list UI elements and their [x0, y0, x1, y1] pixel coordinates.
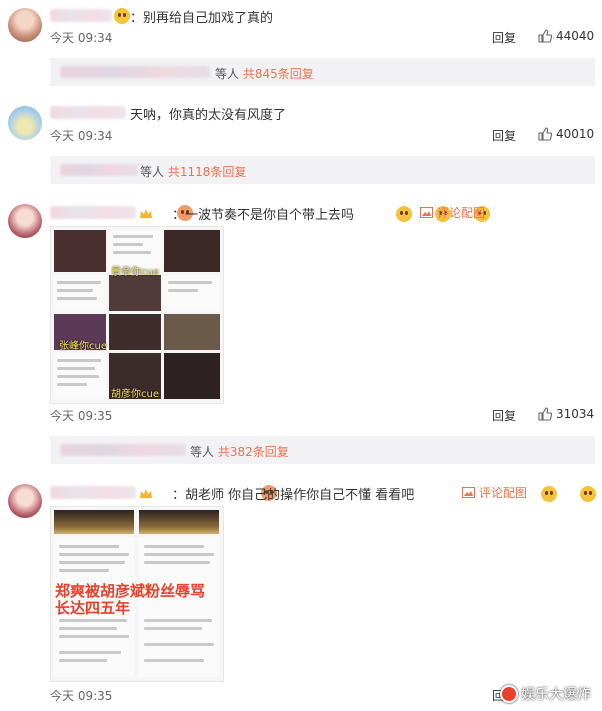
image-overlay-text: 郑爽被胡彦斌粉丝辱骂长达四五年: [55, 582, 206, 617]
comment-image[interactable]: 郑爽被胡彦斌粉丝辱骂长达四五年: [50, 506, 224, 682]
subreply-prefix: 等人: [215, 67, 240, 81]
avatar[interactable]: [8, 106, 42, 140]
picture-icon: [462, 487, 475, 498]
subreply-users: [60, 444, 186, 456]
thumb-up-icon: [538, 407, 552, 421]
image-caption: 张峰你cue: [59, 341, 107, 352]
comment-time: 今天 09:35: [50, 689, 113, 703]
like-count: 44040: [556, 29, 595, 43]
thumb-up-icon: [538, 29, 552, 43]
watermark-text: 娱乐大爆炸: [521, 687, 591, 703]
subreply-users: [60, 66, 210, 78]
image-link-label: 评论配图: [437, 206, 486, 220]
picture-icon: [420, 207, 433, 218]
avatar[interactable]: [8, 204, 42, 238]
comment-text: ：胡老师 你自己的操作你自己不懂 看看吧: [172, 488, 415, 503]
image-caption: 景帝你cue: [111, 267, 159, 278]
crown-icon: [139, 205, 153, 218]
like-button[interactable]: 31034: [538, 407, 594, 421]
subreply-users: [60, 164, 138, 176]
comment-time: 今天 09:34: [50, 31, 113, 45]
comment-text: ：一波节奏不是你自个带上去吗: [172, 208, 355, 223]
like-button[interactable]: 40010: [538, 127, 594, 141]
emoji-icon: [579, 486, 596, 502]
username[interactable]: [50, 106, 126, 119]
emoji-icon: [540, 486, 557, 502]
username[interactable]: [50, 486, 136, 499]
comment-text: 天呐，你真的太没有风度了: [130, 108, 287, 123]
reply-button[interactable]: 回复: [492, 127, 516, 144]
comment-text: ：别再给自己加戏了真的: [130, 11, 274, 26]
like-count: 31034: [556, 407, 595, 421]
thumb-up-icon: [538, 127, 552, 141]
reply-button[interactable]: 回复: [492, 29, 516, 46]
like-count: 40010: [556, 127, 595, 141]
subreply-prefix: 等人: [140, 165, 165, 179]
emoji-icon: [114, 8, 130, 24]
comment-time: 今天 09:35: [50, 409, 113, 423]
image-link-label: 评论配图: [479, 486, 528, 500]
subreply-prefix: 等人: [190, 445, 215, 459]
emoji-icon: [396, 206, 413, 222]
subreply-summary[interactable]: 等人 共382条回复: [190, 443, 289, 460]
username[interactable]: [50, 9, 112, 22]
subreply-link[interactable]: 共845条回复: [243, 67, 314, 81]
like-button[interactable]: 44040: [538, 29, 594, 43]
crown-icon: [139, 485, 153, 498]
reply-button[interactable]: 回复: [492, 407, 516, 424]
avatar[interactable]: [8, 8, 42, 42]
subreply-summary[interactable]: 等人 共845条回复: [215, 65, 314, 82]
watermark-logo-icon: [500, 685, 518, 703]
image-caption: 胡彦你cue: [111, 389, 159, 400]
subreply-link[interactable]: 共382条回复: [218, 445, 289, 459]
comment-time: 今天 09:34: [50, 129, 113, 143]
watermark: 娱乐大爆炸: [500, 684, 591, 704]
avatar[interactable]: [8, 484, 42, 518]
comment-image[interactable]: 景帝你cue 张峰你cue 胡彦你cue: [50, 226, 224, 404]
image-link[interactable]: 评论配图: [462, 484, 527, 501]
subreply-summary[interactable]: 等人 共1118条回复: [140, 163, 246, 180]
image-link[interactable]: 评论配图: [420, 204, 485, 221]
username[interactable]: [50, 206, 136, 219]
subreply-link[interactable]: 共1118条回复: [168, 165, 247, 179]
